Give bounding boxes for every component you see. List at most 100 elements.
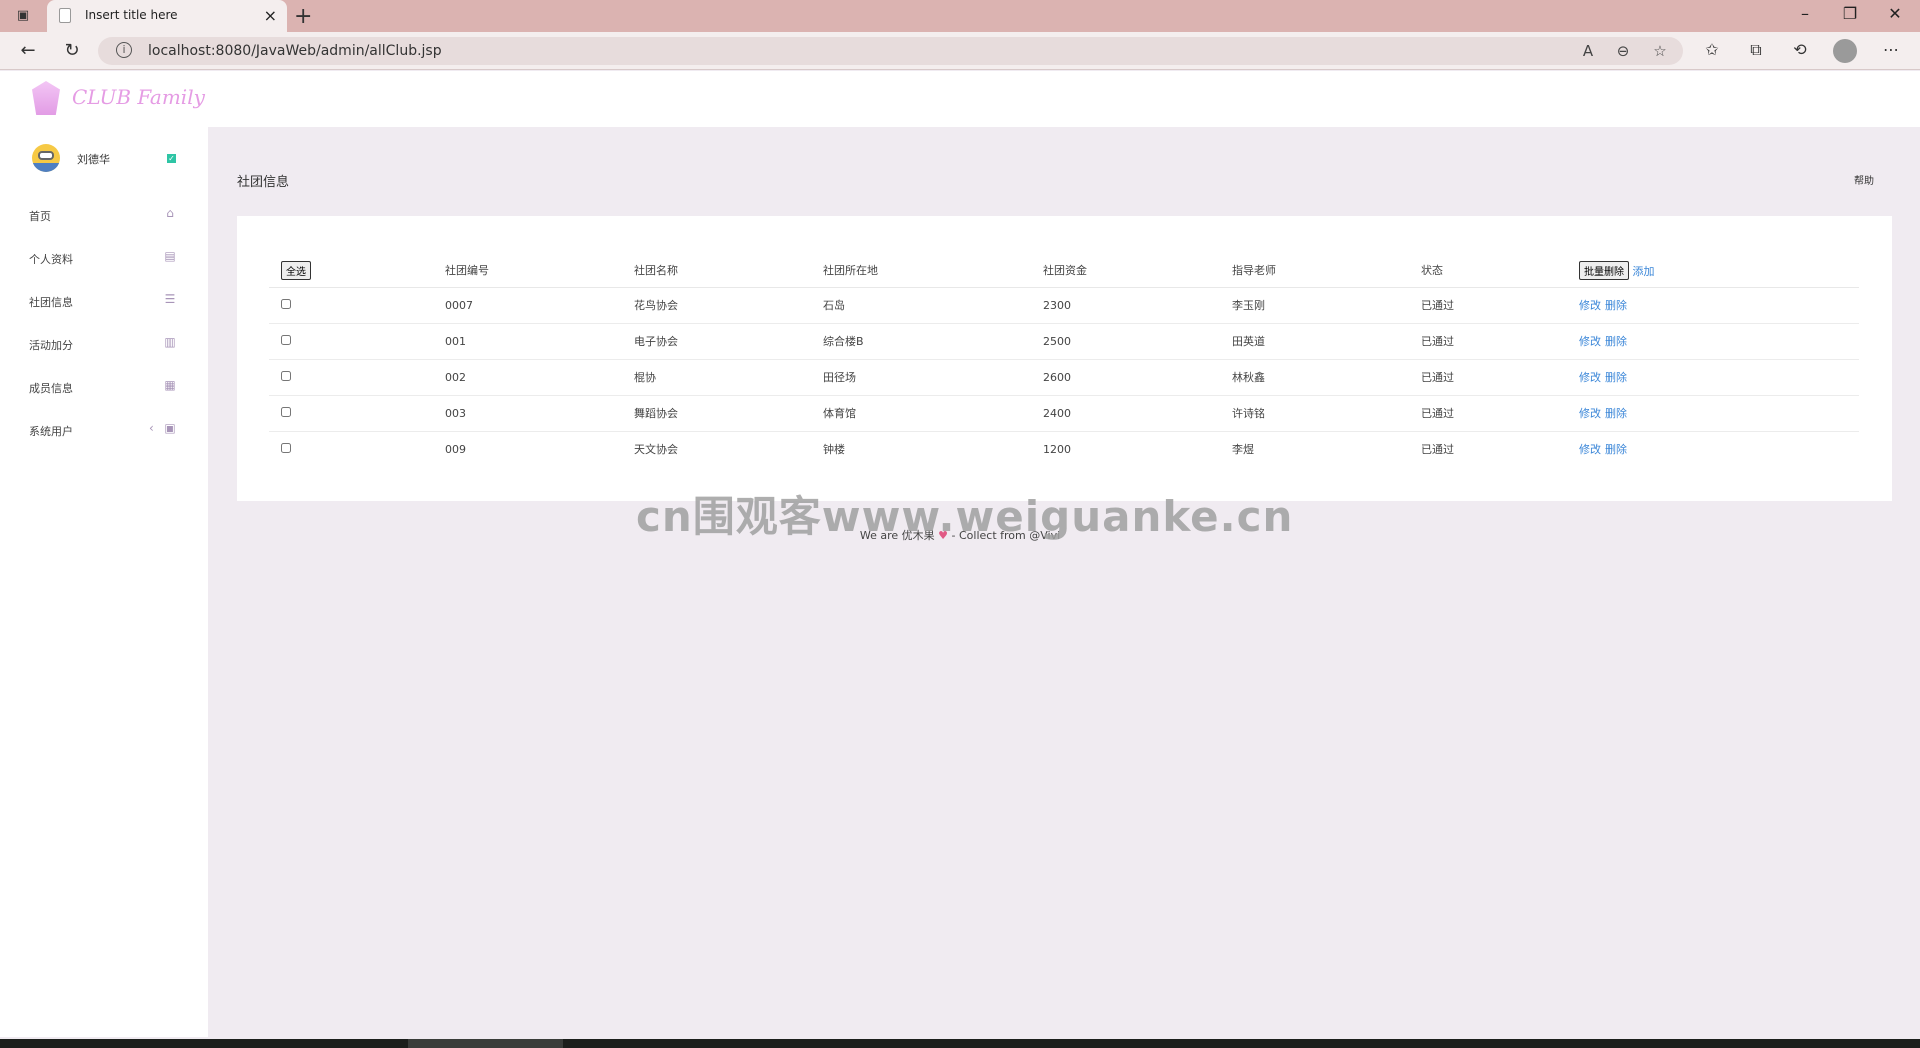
online-status-icon: ✓	[167, 154, 176, 163]
club-status: 已通过	[1409, 287, 1567, 324]
sidebar-item-label: 活动加分	[29, 339, 73, 352]
club-table: 全选 社团编号 社团名称 社团所在地 社团资金 指导老师 状态 批量删除 添加 …	[269, 254, 1859, 467]
table-row: 0007 花鸟协会 石岛 2300 李玉刚 已通过 修改 删除	[269, 287, 1859, 324]
table-row: 001 电子协会 综合楼B 2500 田英道 已通过 修改 删除	[269, 323, 1859, 360]
collections-icon[interactable]: ⧉	[1745, 40, 1767, 60]
app-header: CLUB Family	[0, 71, 1920, 127]
club-funds: 2500	[1031, 323, 1220, 360]
new-tab-button[interactable]: +	[294, 4, 312, 29]
club-status: 已通过	[1421, 443, 1454, 457]
minimize-icon[interactable]: –	[1785, 4, 1825, 23]
zoom-out-icon[interactable]: ⊖	[1613, 42, 1633, 60]
club-id: 0007	[433, 287, 622, 324]
profile-avatar[interactable]	[1833, 39, 1857, 63]
club-teacher: 李煜	[1232, 443, 1254, 457]
list-icon: ☰	[164, 292, 176, 306]
briefcase-icon: ▣	[164, 421, 176, 435]
club-funds: 2400	[1031, 395, 1220, 432]
profile-card-icon: ▤	[164, 249, 176, 263]
close-window-icon[interactable]: ✕	[1875, 4, 1915, 23]
batch-delete-button[interactable]: 批量删除	[1579, 260, 1629, 280]
sidebar-item-label: 个人资料	[29, 253, 73, 266]
sidebar-item-activity-points[interactable]: 活动加分 ▥	[0, 325, 208, 363]
user-name: 刘德华	[77, 153, 110, 166]
delete-link[interactable]: 删除	[1605, 443, 1627, 456]
sidebar-item-system-users[interactable]: 系统用户 ‹ ▣	[0, 411, 208, 449]
edit-link[interactable]: 修改	[1579, 371, 1601, 384]
club-id: 003	[433, 395, 622, 432]
delete-link[interactable]: 删除	[1605, 299, 1627, 312]
club-funds: 2600	[1031, 359, 1220, 396]
row-checkbox[interactable]	[281, 442, 291, 453]
sidebar-item-home[interactable]: 首页 ⌂	[0, 196, 208, 234]
edit-link[interactable]: 修改	[1579, 443, 1601, 456]
close-tab-icon[interactable]: ×	[264, 6, 277, 25]
logo-gem-icon	[32, 81, 60, 115]
club-name: 花鸟协会	[622, 287, 811, 324]
more-menu-icon[interactable]: ⋯	[1880, 40, 1902, 59]
column-header: 社团名称	[622, 254, 811, 288]
club-name: 舞蹈协会	[622, 395, 811, 432]
tab-title: Insert title here	[85, 8, 178, 22]
back-icon[interactable]: ←	[16, 40, 40, 61]
club-teacher: 许诗铭	[1220, 395, 1409, 432]
edit-link[interactable]: 修改	[1579, 335, 1601, 348]
browser-tab-bar: ▣ Insert title here × + – ❐ ✕	[0, 0, 1920, 32]
edit-link[interactable]: 修改	[1579, 407, 1601, 420]
sidebar-item-label: 系统用户	[29, 425, 73, 438]
club-location: 体育馆	[811, 395, 1031, 432]
column-header: 社团编号	[433, 254, 622, 288]
reload-icon[interactable]: ↻	[60, 40, 84, 61]
club-status: 已通过	[1409, 395, 1567, 432]
edit-link[interactable]: 修改	[1579, 299, 1601, 312]
club-id: 002	[433, 359, 622, 396]
table-row: 009 天文协会 钟楼 1200 李煜 已通过 修改 删除	[269, 431, 1859, 467]
history-icon[interactable]: ⟲	[1789, 40, 1811, 59]
chevron-left-icon: ‹	[149, 421, 154, 435]
row-checkbox[interactable]	[281, 370, 291, 381]
club-status: 已通过	[1409, 359, 1567, 396]
site-info-icon[interactable]: i	[116, 42, 132, 58]
row-checkbox[interactable]	[281, 298, 291, 309]
delete-link[interactable]: 删除	[1605, 335, 1627, 348]
sidebar-item-profile[interactable]: 个人资料 ▤	[0, 239, 208, 277]
row-checkbox[interactable]	[281, 406, 291, 417]
row-checkbox[interactable]	[281, 334, 291, 345]
help-link[interactable]: 帮助	[1854, 172, 1874, 187]
restore-icon[interactable]: ❐	[1830, 4, 1870, 23]
column-header: 社团所在地	[811, 254, 1031, 288]
logo-text[interactable]: CLUB Family	[72, 85, 205, 109]
delete-link[interactable]: 删除	[1605, 371, 1627, 384]
sidebar-item-members[interactable]: 成员信息 ▦	[0, 368, 208, 406]
taskbar-segment	[408, 1039, 563, 1048]
tab-actions-icon[interactable]: ▣	[15, 8, 31, 24]
read-aloud-icon[interactable]: A	[1578, 42, 1598, 60]
club-name: 天文协会	[634, 443, 678, 457]
sidebar-item-club-info[interactable]: 社团信息 ☰	[0, 282, 208, 320]
club-teacher: 林秋鑫	[1220, 359, 1409, 396]
table-icon: ▦	[164, 378, 176, 392]
column-header: 社团资金	[1031, 254, 1220, 288]
favorites-icon[interactable]: ✩	[1701, 40, 1723, 59]
club-teacher: 田英道	[1220, 323, 1409, 360]
sidebar-item-label: 首页	[29, 210, 51, 223]
club-name: 电子协会	[622, 323, 811, 360]
club-location: 石岛	[811, 287, 1031, 324]
bar-chart-icon: ▥	[164, 335, 176, 349]
watermark: cn围观客www.weiguanke.cn	[636, 492, 1294, 541]
select-all-button[interactable]: 全选	[281, 260, 311, 280]
url-text[interactable]: localhost:8080/JavaWeb/admin/allClub.jsp	[148, 43, 442, 59]
browser-tab[interactable]: Insert title here ×	[47, 0, 287, 32]
page-icon	[59, 8, 71, 23]
club-status: 已通过	[1409, 323, 1567, 360]
sidebar: 刘德华 ✓ 首页 ⌂ 个人资料 ▤ 社团信息 ☰ 活动加分 ▥ 成员信息 ▦ 系…	[0, 127, 208, 1037]
table-row: 002 棍协 田径场 2600 林秋鑫 已通过 修改 删除	[269, 359, 1859, 396]
club-funds: 1200	[1043, 442, 1071, 456]
delete-link[interactable]: 删除	[1605, 407, 1627, 420]
table-header-row: 全选 社团编号 社团名称 社团所在地 社团资金 指导老师 状态 批量删除 添加	[269, 254, 1859, 288]
url-field[interactable]: i localhost:8080/JavaWeb/admin/allClub.j…	[98, 37, 1683, 65]
club-location: 钟楼	[823, 443, 845, 457]
column-header: 指导老师	[1220, 254, 1409, 288]
add-link[interactable]: 添加	[1633, 265, 1655, 278]
add-favorite-icon[interactable]: ☆	[1650, 42, 1670, 60]
